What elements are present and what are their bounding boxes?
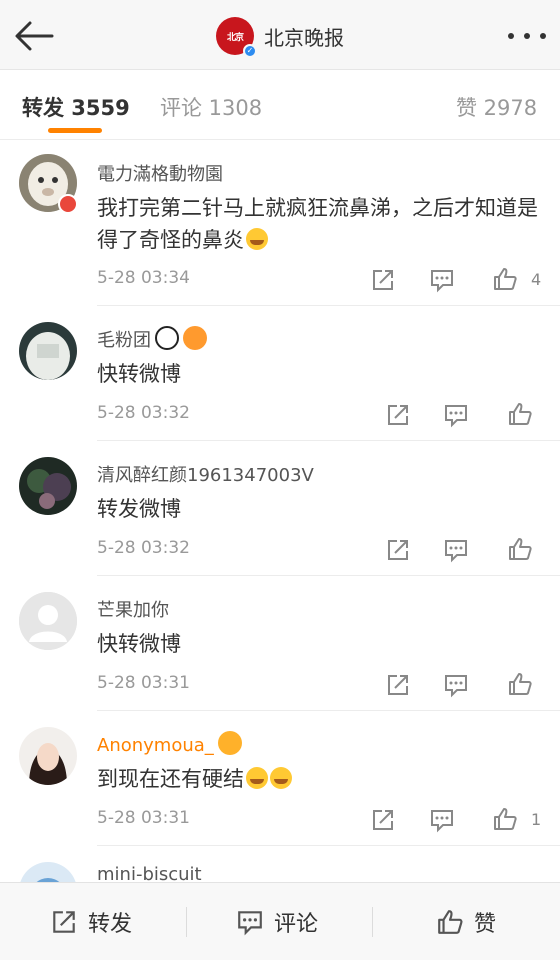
comment-text: 快转微博 bbox=[97, 362, 181, 386]
timestamp: 5-28 03:31 bbox=[97, 808, 190, 828]
bottom-repost-button[interactable]: 转发 bbox=[50, 883, 132, 960]
avatar[interactable] bbox=[19, 457, 77, 515]
divider bbox=[372, 907, 373, 937]
like-icon[interactable] bbox=[507, 536, 533, 562]
username[interactable]: 清风醉红颜1961347003V bbox=[97, 461, 314, 487]
default-avatar-icon[interactable] bbox=[19, 592, 77, 650]
username[interactable]: mini-biscuit bbox=[97, 864, 202, 882]
top-nav-bar: 北京 ✓ 北京晚报 bbox=[0, 0, 560, 70]
back-arrow-icon[interactable] bbox=[12, 16, 56, 56]
comment-text: 我打完第二针马上就疯狂流鼻涕，之后才知道是得了奇怪的鼻炎 bbox=[97, 192, 547, 256]
list-item: 毛粉团 快转微博 5-28 03:32 bbox=[0, 306, 560, 441]
username-text[interactable]: 毛粉团 bbox=[97, 330, 151, 351]
comment-icon[interactable] bbox=[443, 537, 469, 563]
list-item: 電力滿格動物園 我打完第二针马上就疯狂流鼻涕，之后才知道是得了奇怪的鼻炎 5-2… bbox=[0, 140, 560, 306]
bottom-comment-label: 评论 bbox=[274, 912, 319, 937]
repost-icon[interactable] bbox=[385, 537, 411, 563]
bottom-like-button[interactable]: 赞 bbox=[436, 883, 496, 960]
timestamp: 5-28 03:32 bbox=[97, 403, 190, 423]
verified-icon: ✓ bbox=[243, 44, 257, 58]
bottom-action-bar: 转发 评论 赞 bbox=[0, 882, 560, 960]
tab-like[interactable]: 赞 2978 bbox=[456, 92, 537, 122]
list-item: mini-biscuit bbox=[0, 846, 560, 882]
account-title[interactable]: 北京 ✓ 北京晚报 bbox=[216, 16, 344, 58]
tab-bar: 转发 3559 评论 1308 赞 2978 bbox=[0, 70, 560, 140]
bottom-like-label: 赞 bbox=[474, 912, 497, 937]
comment-icon[interactable] bbox=[443, 672, 469, 698]
crying-emoji-icon bbox=[246, 228, 268, 250]
timestamp: 5-28 03:34 bbox=[97, 268, 190, 288]
panda-badge-icon bbox=[155, 326, 179, 350]
like-icon[interactable] bbox=[492, 806, 518, 832]
page-title: 北京晚报 bbox=[264, 25, 344, 50]
more-options-icon[interactable] bbox=[508, 22, 546, 50]
like-count: 4 bbox=[531, 270, 542, 289]
tab-comment[interactable]: 评论 1308 bbox=[160, 92, 262, 122]
crying-emoji-icon bbox=[270, 767, 292, 789]
comment-text: 到现在还有硬结 bbox=[97, 763, 547, 795]
bottom-comment-button[interactable]: 评论 bbox=[236, 883, 318, 960]
like-icon bbox=[438, 910, 463, 934]
member-badge-icon bbox=[58, 194, 78, 214]
repost-icon[interactable] bbox=[385, 672, 411, 698]
list-item: 清风醉红颜1961347003V 转发微博 5-28 03:32 bbox=[0, 441, 560, 576]
username[interactable]: 芒果加你 bbox=[97, 596, 169, 622]
avatar[interactable] bbox=[19, 322, 77, 380]
avatar[interactable] bbox=[19, 862, 77, 882]
comment-icon[interactable] bbox=[429, 267, 455, 293]
list-item: 芒果加你 快转微博 5-28 03:31 bbox=[0, 576, 560, 711]
repost-icon[interactable] bbox=[370, 267, 396, 293]
comment-text: 转发微博 bbox=[97, 497, 181, 521]
active-tab-indicator bbox=[48, 128, 102, 133]
comment-icon[interactable] bbox=[429, 807, 455, 833]
like-icon[interactable] bbox=[507, 671, 533, 697]
tab-repost[interactable]: 转发 3559 bbox=[22, 92, 130, 122]
bottom-repost-label: 转发 bbox=[88, 912, 133, 937]
repost-icon bbox=[53, 911, 75, 933]
repost-icon[interactable] bbox=[385, 402, 411, 428]
crying-emoji-icon bbox=[246, 767, 268, 789]
comment-icon bbox=[238, 911, 262, 936]
comment-icon[interactable] bbox=[443, 402, 469, 428]
like-count: 1 bbox=[531, 810, 542, 829]
repost-list: 電力滿格動物園 我打完第二针马上就疯狂流鼻涕，之后才知道是得了奇怪的鼻炎 5-2… bbox=[0, 140, 560, 882]
timestamp: 5-28 03:31 bbox=[97, 673, 190, 693]
username: Anonymoua_ bbox=[97, 731, 242, 756]
timestamp: 5-28 03:32 bbox=[97, 538, 190, 558]
logo-mark: 北京 bbox=[226, 32, 244, 43]
like-icon[interactable] bbox=[507, 401, 533, 427]
username: 毛粉团 bbox=[97, 326, 207, 352]
list-item: Anonymoua_ 到现在还有硬结 5-28 03:31 1 bbox=[0, 711, 560, 846]
repost-icon[interactable] bbox=[370, 807, 396, 833]
username[interactable]: 電力滿格動物園 bbox=[97, 160, 223, 186]
comment-body: 到现在还有硬结 bbox=[97, 767, 244, 791]
username-text[interactable]: Anonymoua_ bbox=[97, 735, 214, 756]
avatar[interactable] bbox=[19, 727, 77, 785]
comment-text: 快转微博 bbox=[97, 632, 181, 656]
crown-badge-icon bbox=[217, 731, 242, 755]
like-icon[interactable] bbox=[492, 266, 518, 292]
divider bbox=[186, 907, 187, 937]
comment-body: 我打完第二针马上就疯狂流鼻涕，之后才知道是得了奇怪的鼻炎 bbox=[97, 196, 538, 252]
account-logo: 北京 ✓ bbox=[216, 17, 257, 58]
fish-badge-icon bbox=[183, 326, 207, 350]
